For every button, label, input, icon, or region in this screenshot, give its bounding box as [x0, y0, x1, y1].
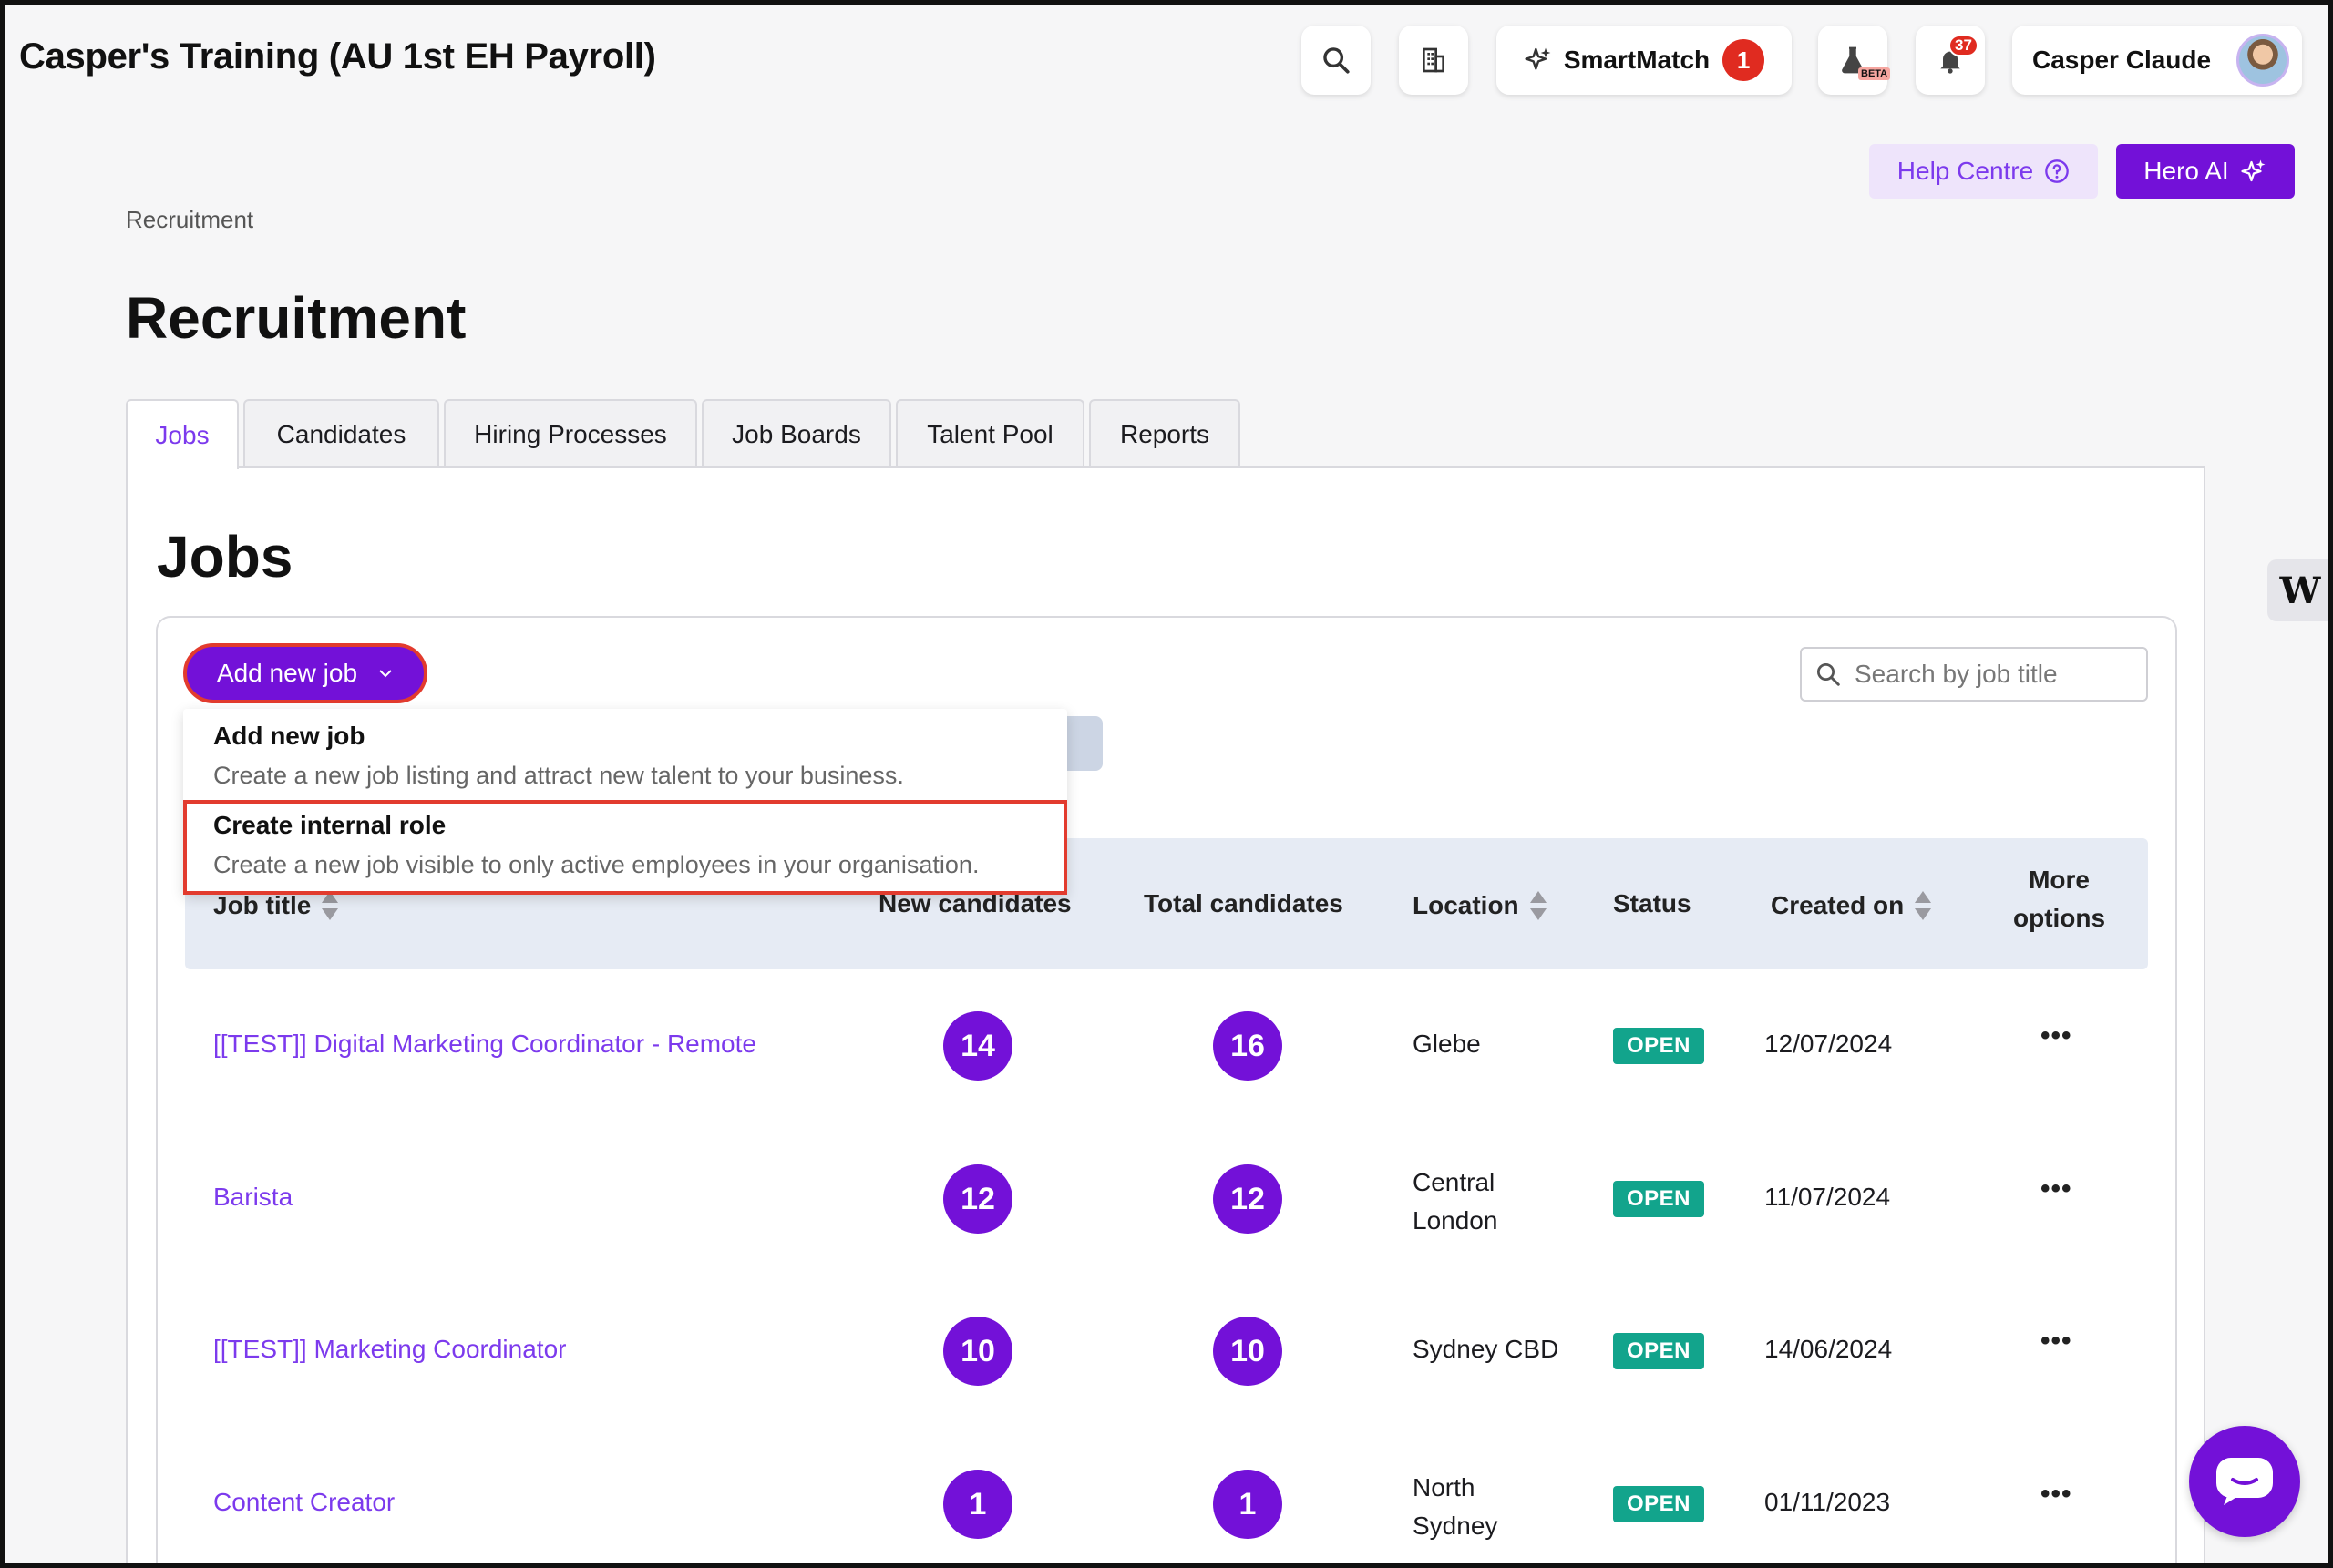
- more-options-button[interactable]: •••: [2040, 1326, 2072, 1357]
- table-row: Barista 12 12 Central London OPEN 11/07/2…: [185, 1122, 2148, 1276]
- search-icon: [1323, 47, 1350, 74]
- location: Glebe: [1413, 1030, 1481, 1058]
- breadcrumb[interactable]: Recruitment: [126, 206, 253, 234]
- new-candidates-count[interactable]: 14: [943, 1011, 1012, 1081]
- job-title-link[interactable]: [[TEST]] Digital Marketing Coordinator -…: [213, 1030, 756, 1059]
- tab-bar: Jobs Candidates Hiring Processes Job Boa…: [126, 399, 1240, 469]
- section-title: Jobs: [157, 524, 293, 589]
- created-on-date: 14/06/2024: [1764, 1335, 1893, 1363]
- status-badge: OPEN: [1613, 1181, 1704, 1217]
- job-title-link[interactable]: Barista: [213, 1183, 293, 1212]
- total-candidates-count[interactable]: 1: [1213, 1470, 1282, 1539]
- tab-reports[interactable]: Reports: [1089, 399, 1240, 467]
- tab-candidates[interactable]: Candidates: [243, 399, 439, 467]
- created-on-date: 12/07/2024: [1764, 1030, 1893, 1058]
- chat-button[interactable]: [2189, 1426, 2300, 1537]
- hero-ai-button[interactable]: Hero AI: [2116, 144, 2295, 199]
- building-icon: [1423, 47, 1444, 73]
- total-candidates-count[interactable]: 12: [1213, 1164, 1282, 1234]
- user-menu-button[interactable]: Casper Claude: [2012, 26, 2302, 95]
- more-options-button[interactable]: •••: [2040, 1479, 2072, 1510]
- search-input[interactable]: [1855, 660, 2137, 689]
- user-name: Casper Claude: [2032, 46, 2212, 74]
- sparkle-icon: [2241, 159, 2266, 182]
- job-title-link[interactable]: Content Creator: [213, 1488, 395, 1517]
- job-search-field[interactable]: [1800, 647, 2148, 702]
- location: North Sydney: [1413, 1473, 1498, 1540]
- menu-item-title: Create internal role: [213, 811, 447, 839]
- smartmatch-count-badge: 1: [1722, 39, 1765, 81]
- column-header-total-candidates: Total candidates: [1144, 889, 1343, 917]
- more-options-button[interactable]: •••: [2040, 1020, 2072, 1051]
- tab-hiring-processes[interactable]: Hiring Processes: [444, 399, 697, 467]
- search-icon: [1817, 663, 1840, 686]
- smartmatch-label: SmartMatch: [1563, 46, 1711, 74]
- status-badge: OPEN: [1613, 1486, 1704, 1522]
- hero-ai-label: Hero AI: [2143, 157, 2229, 185]
- column-header-label: More: [2029, 866, 2090, 894]
- menu-item-description: Create a new job listing and attract new…: [213, 762, 904, 789]
- add-new-job-label: Add new job: [216, 659, 358, 687]
- menu-item-add-new-job[interactable]: Add new job Create a new job listing and…: [183, 722, 1067, 798]
- total-candidates-count[interactable]: 10: [1213, 1317, 1282, 1386]
- page-title: Recruitment: [126, 285, 467, 351]
- chevron-down-icon: [379, 670, 392, 678]
- notifications-button[interactable]: 37: [1916, 26, 1985, 95]
- tab-jobs[interactable]: Jobs: [126, 399, 239, 469]
- add-new-job-button[interactable]: Add new job: [183, 643, 427, 703]
- table-row: Content Creator 1 1 North Sydney OPEN 01/…: [185, 1428, 2148, 1568]
- add-job-dropdown-menu: Add new job Create a new job listing and…: [183, 709, 1067, 895]
- table-row: [[TEST]] Marketing Coordinator 10 10 Syd…: [185, 1275, 2148, 1428]
- status-badge: OPEN: [1613, 1028, 1704, 1064]
- column-header-more-options: More options: [2013, 866, 2105, 933]
- smartmatch-button[interactable]: SmartMatch 1: [1496, 26, 1792, 95]
- sort-icon[interactable]: [1528, 889, 1548, 922]
- chat-icon: [2216, 1458, 2273, 1505]
- column-header-status: Status: [1613, 889, 1691, 917]
- org-title: Casper's Training (AU 1st EH Payroll): [19, 36, 656, 77]
- column-header-created-on[interactable]: Created on: [1771, 889, 1933, 922]
- new-candidates-count[interactable]: 12: [943, 1164, 1012, 1234]
- notifications-count-badge: 37: [1948, 35, 1978, 56]
- column-header-label: Location: [1413, 891, 1519, 919]
- total-candidates-count[interactable]: 16: [1213, 1011, 1282, 1081]
- sort-icon[interactable]: [1913, 889, 1933, 922]
- column-header-label: options: [2013, 904, 2106, 932]
- job-title-link[interactable]: [[TEST]] Marketing Coordinator: [213, 1335, 566, 1364]
- created-on-date: 11/07/2024: [1764, 1183, 1891, 1211]
- side-widget-button[interactable]: W: [2267, 559, 2333, 621]
- new-candidates-count[interactable]: 10: [943, 1317, 1012, 1386]
- new-candidates-count[interactable]: 1: [943, 1470, 1012, 1539]
- tab-talent-pool[interactable]: Talent Pool: [896, 399, 1084, 467]
- location: Sydney CBD: [1413, 1335, 1559, 1363]
- menu-item-create-internal-role[interactable]: Create internal role Create a new job vi…: [183, 800, 1067, 895]
- location: Central London: [1413, 1168, 1498, 1235]
- avatar: [2236, 34, 2289, 87]
- sparkle-icon: [1525, 47, 1551, 70]
- tab-job-boards[interactable]: Job Boards: [702, 399, 891, 467]
- table-row: [[TEST]] Digital Marketing Coordinator -…: [185, 969, 2148, 1122]
- column-header-location[interactable]: Location: [1413, 889, 1548, 922]
- organisation-button[interactable]: [1399, 26, 1468, 95]
- help-centre-label: Help Centre: [1896, 157, 2034, 185]
- column-header-label: Created on: [1771, 891, 1905, 919]
- menu-item-description: Create a new job visible to only active …: [213, 851, 980, 878]
- menu-item-title: Add new job: [213, 722, 365, 750]
- help-centre-button[interactable]: Help Centre: [1869, 144, 2098, 199]
- question-circle-icon: [2045, 159, 2070, 183]
- created-on-date: 01/11/2023: [1764, 1488, 1891, 1516]
- beta-tag: BETA: [1858, 67, 1891, 80]
- more-options-button[interactable]: •••: [2040, 1173, 2072, 1204]
- labs-beta-button[interactable]: BETA: [1818, 26, 1891, 95]
- status-badge: OPEN: [1613, 1333, 1704, 1369]
- column-header-label: Job title: [213, 891, 312, 919]
- search-button[interactable]: [1301, 26, 1371, 95]
